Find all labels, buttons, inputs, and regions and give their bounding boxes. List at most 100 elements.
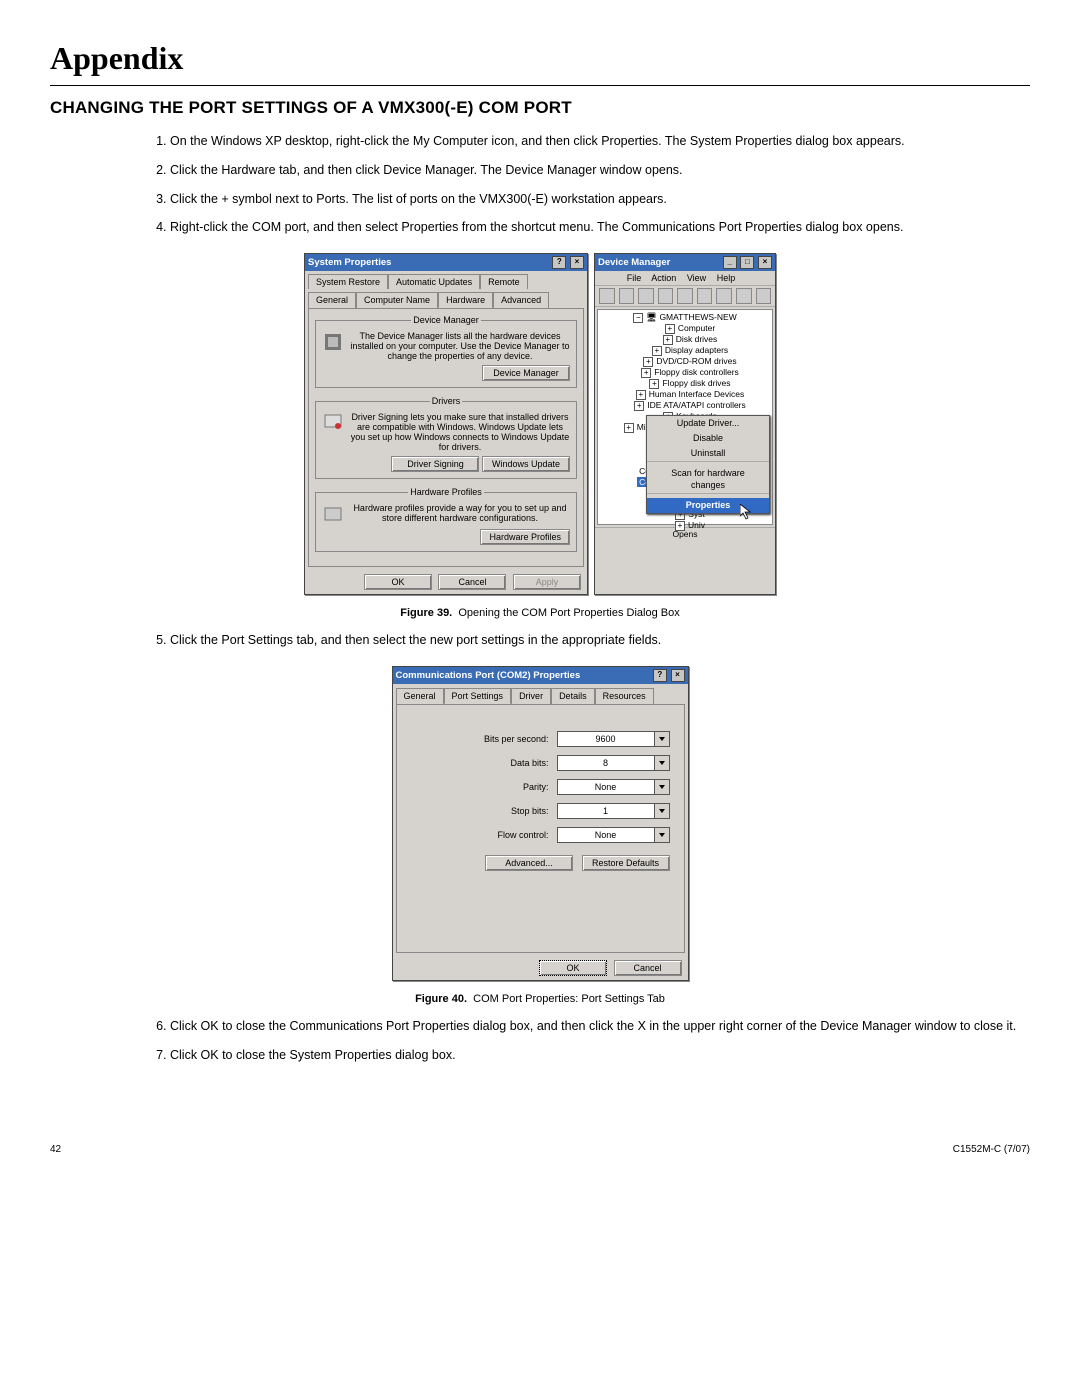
tab-computer-name[interactable]: Computer Name [356,292,438,308]
forward-icon[interactable] [619,288,635,304]
step-2: Click the Hardware tab, and then click D… [170,161,1030,180]
tree-node[interactable]: Floppy disk drives [662,378,730,388]
chevron-down-icon[interactable] [654,827,670,843]
ctx-disable[interactable]: Disable [647,431,769,446]
device-manager-text: The Device Manager lists all the hardwar… [350,331,570,361]
close-icon[interactable]: × [671,669,685,682]
drivers-group: Drivers Driver Signing lets you make sur… [315,396,577,479]
tab-port-settings[interactable]: Port Settings [444,688,512,704]
cursor-icon [740,504,752,520]
refresh-icon[interactable] [697,288,713,304]
hardware-profiles-button[interactable]: Hardware Profiles [480,529,570,545]
menu-file[interactable]: File [627,273,642,283]
menu-action[interactable]: Action [651,273,676,283]
tree-node[interactable]: DVD/CD-ROM drives [656,356,736,366]
tab-details[interactable]: Details [551,688,595,704]
com-port-properties-window: Communications Port (COM2) Properties ? … [392,666,689,981]
device-manager-window: Device Manager _ □ × File Action View He… [594,253,776,595]
devmgr-toolbar [595,286,775,307]
step-4: Right-click the COM port, and then selec… [170,218,1030,237]
ctx-update-driver[interactable]: Update Driver... [647,416,769,431]
restore-defaults-button[interactable]: Restore Defaults [582,855,670,871]
page-number: 42 [50,1144,61,1155]
comprop-title: Communications Port (COM2) Properties [396,670,581,681]
help-icon[interactable]: ? [552,256,566,269]
hr [50,85,1030,86]
chip-icon [322,331,344,353]
disable-icon[interactable] [736,288,752,304]
properties-icon[interactable] [658,288,674,304]
close-icon[interactable]: × [758,256,772,269]
tree-node[interactable]: Univ [688,520,705,530]
parity-combo[interactable]: None [557,779,670,795]
device-tree[interactable]: −🖥 GMATTHEWS-NEW +Computer +Disk drives … [597,309,773,525]
devmgr-title: Device Manager [598,257,670,268]
drivers-legend: Drivers [430,396,463,406]
ok-button[interactable]: OK [364,574,432,590]
tab-driver[interactable]: Driver [511,688,551,704]
certificate-icon [322,412,344,434]
menu-view[interactable]: View [687,273,706,283]
chevron-down-icon[interactable] [654,731,670,747]
section-heading: CHANGING THE PORT SETTINGS OF A VMX300(-… [50,98,1030,118]
close-icon[interactable]: × [570,256,584,269]
devmgr-menubar: File Action View Help [595,271,775,286]
tab-system-restore[interactable]: System Restore [308,274,388,289]
tab-hardware[interactable]: Hardware [438,292,493,308]
cancel-button[interactable]: Cancel [614,960,682,976]
bps-label: Bits per second: [411,734,557,744]
scan-icon[interactable] [716,288,732,304]
databits-label: Data bits: [411,758,557,768]
chevron-down-icon[interactable] [654,779,670,795]
hardware-profiles-text: Hardware profiles provide a way for you … [350,503,570,523]
view-icon[interactable] [638,288,654,304]
tree-node[interactable]: Display adapters [665,345,728,355]
apply-button[interactable]: Apply [513,574,581,590]
print-icon[interactable] [677,288,693,304]
figure-1-caption: Figure 39. Opening the COM Port Properti… [50,607,1030,619]
steps-6-7: Click OK to close the Communications Por… [150,1017,1030,1065]
device-manager-button[interactable]: Device Manager [482,365,570,381]
tab-general[interactable]: General [308,292,356,308]
tree-root[interactable]: GMATTHEWS-NEW [659,312,736,322]
system-properties-window: System Properties ? × System Restore Aut… [304,253,588,595]
minimize-icon[interactable]: _ [723,256,737,269]
ctx-uninstall[interactable]: Uninstall [647,446,769,461]
driver-signing-button[interactable]: Driver Signing [391,456,479,472]
ok-button[interactable]: OK [539,960,607,976]
cancel-button[interactable]: Cancel [438,574,506,590]
help-icon[interactable]: ? [653,669,667,682]
tree-node[interactable]: Disk drives [676,334,718,344]
hardware-profiles-group: Hardware Profiles Hardware profiles prov… [315,487,577,552]
bps-combo[interactable]: 9600 [557,731,670,747]
ctx-scan[interactable]: Scan for hardware changes [647,466,769,493]
sysprop-title: System Properties [308,257,391,268]
maximize-icon[interactable]: □ [740,256,754,269]
tree-node[interactable]: Computer [678,323,715,333]
advanced-button[interactable]: Advanced... [485,855,573,871]
tab-general[interactable]: General [396,688,444,704]
chevron-down-icon[interactable] [654,803,670,819]
windows-update-button[interactable]: Windows Update [482,456,570,472]
tree-node[interactable]: Floppy disk controllers [654,367,739,377]
tree-node[interactable]: IDE ATA/ATAPI controllers [647,400,746,410]
flow-combo[interactable]: None [557,827,670,843]
appendix-heading: Appendix [50,40,1030,77]
parity-label: Parity: [411,782,557,792]
databits-combo[interactable]: 8 [557,755,670,771]
menu-help[interactable]: Help [717,273,736,283]
stopbits-combo[interactable]: 1 [557,803,670,819]
tab-advanced[interactable]: Advanced [493,292,549,308]
remove-icon[interactable] [756,288,772,304]
tab-remote[interactable]: Remote [480,274,528,289]
tab-automatic-updates[interactable]: Automatic Updates [388,274,480,289]
step-7: Click OK to close the System Properties … [170,1046,1030,1065]
hardware-profiles-legend: Hardware Profiles [408,487,484,497]
tab-resources[interactable]: Resources [595,688,654,704]
back-icon[interactable] [599,288,615,304]
tree-node[interactable]: Human Interface Devices [649,389,744,399]
figure-1: System Properties ? × System Restore Aut… [304,253,776,595]
steps-1-4: On the Windows XP desktop, right-click t… [150,132,1030,237]
profile-icon [322,503,344,525]
chevron-down-icon[interactable] [654,755,670,771]
